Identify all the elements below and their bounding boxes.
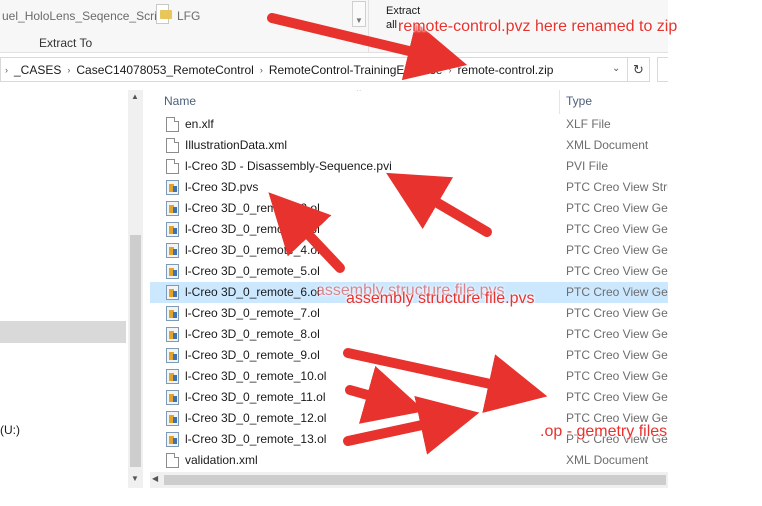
annotation-ol-note: .op - gemetry files xyxy=(540,423,668,440)
ptc-creo-icon xyxy=(166,243,179,258)
file-type: PTC Creo View Geo xyxy=(566,390,668,404)
file-row[interactable]: l-Creo 3D_0_remote_9.ol PTC Creo View Geo xyxy=(150,345,668,366)
file-name: l-Creo 3D_0_remote_12.ol xyxy=(185,411,327,425)
file-name: l-Creo 3D_0_remote_7.ol xyxy=(185,306,320,320)
breadcrumb-item[interactable]: remote-control.zip xyxy=(451,63,559,77)
file-name: l-Creo 3D_0_remote_6.ol xyxy=(185,285,320,299)
file-type: PTC Creo View Geo xyxy=(566,306,668,320)
document-icon xyxy=(166,138,179,153)
file-name: IllustrationData.xml xyxy=(185,138,288,152)
file-row[interactable]: l-Creo 3D - Disassembly-Sequence.pvi PVI … xyxy=(150,156,668,177)
file-name: l-Creo 3D_0_remote_2.ol xyxy=(185,201,320,215)
file-name: validation.xml xyxy=(185,453,258,467)
file-type: PTC Creo View Geo xyxy=(566,264,668,278)
document-icon xyxy=(166,117,179,132)
search-input[interactable] xyxy=(657,57,668,82)
file-type: XLF File xyxy=(566,117,611,131)
file-type: XML Document xyxy=(566,453,649,467)
horizontal-scrollbar[interactable]: ◀ xyxy=(150,472,668,488)
folder-icon xyxy=(160,10,172,19)
refresh-icon[interactable]: ↻ xyxy=(628,57,650,82)
column-divider[interactable] xyxy=(559,90,560,114)
file-row[interactable]: en.xlf XLF File xyxy=(150,114,668,135)
file-type: PVI File xyxy=(566,159,609,173)
ptc-creo-icon xyxy=(166,222,179,237)
ribbon-group-label: Extract To xyxy=(39,36,93,50)
ptc-creo-icon xyxy=(166,285,179,300)
scroll-up-icon[interactable]: ▲ xyxy=(131,92,139,101)
sort-caret-icon: ⌃ xyxy=(355,90,363,97)
file-name: en.xlf xyxy=(185,117,214,131)
file-type: PTC Creo View Geo xyxy=(566,201,668,215)
file-type: PTC Creo View Geo xyxy=(566,243,668,257)
chevron-down-icon[interactable]: ⌄ xyxy=(612,63,620,74)
ptc-creo-icon xyxy=(166,432,179,447)
ptc-creo-icon xyxy=(166,264,179,279)
breadcrumb-item[interactable]: CaseC14078053_RemoteControl xyxy=(70,63,259,77)
file-row[interactable]: l-Creo 3D_0_remote_10.ol PTC Creo View Ge… xyxy=(150,366,668,387)
ptc-creo-icon xyxy=(166,348,179,363)
chevron-down-icon: ▼ xyxy=(355,16,363,25)
annotation-zip-note: remote-control.pvz here renamed to zip xyxy=(398,18,678,35)
file-name: l-Creo 3D_0_remote_9.ol xyxy=(185,348,320,362)
file-row[interactable]: l-Creo 3D_0_remote_8.ol PTC Creo View Geo xyxy=(150,324,668,345)
breadcrumb-item[interactable]: _CASES xyxy=(8,63,67,77)
ribbon-divider xyxy=(368,0,369,53)
file-type: PTC Creo View Geo xyxy=(566,369,668,383)
ptc-creo-icon xyxy=(166,369,179,384)
document-icon xyxy=(166,453,179,468)
scroll-thumb[interactable] xyxy=(164,475,666,485)
file-row[interactable]: l-Creo 3D_0_remote_3.ol PTC Creo View Geo xyxy=(150,219,668,240)
ptc-creo-icon xyxy=(166,306,179,321)
file-row[interactable]: l-Creo 3D_0_remote_2.ol PTC Creo View Geo xyxy=(150,198,668,219)
navigation-pane: (U:) xyxy=(0,90,126,490)
file-row[interactable]: IllustrationData.xml XML Document xyxy=(150,135,668,156)
file-type: PTC Creo View Geo xyxy=(566,348,668,362)
breadcrumb[interactable]: › _CASES › CaseC14078053_RemoteControl › Remo… xyxy=(0,57,628,82)
file-name: l-Creo 3D_0_remote_8.ol xyxy=(185,327,320,341)
file-type: XML Document xyxy=(566,138,649,152)
gallery-scroll[interactable]: ▼ xyxy=(352,1,366,27)
nav-scrollbar[interactable]: ▲ ▼ xyxy=(128,90,143,488)
breadcrumb-item[interactable]: RemoteControl-TrainingExercise xyxy=(263,63,449,77)
annotation-pvs-note: assembly structure file.pvs xyxy=(346,290,535,307)
ptc-creo-icon xyxy=(166,327,179,342)
scroll-down-icon[interactable]: ▼ xyxy=(131,474,139,483)
file-type: PTC Creo View Geo xyxy=(566,222,668,236)
ptc-creo-icon xyxy=(166,390,179,405)
nav-drive-label[interactable]: (U:) xyxy=(0,423,20,437)
column-header-name[interactable]: Name xyxy=(164,94,196,114)
file-name: l-Creo 3D_0_remote_13.ol xyxy=(185,432,327,446)
file-name: l-Creo 3D.pvs xyxy=(185,180,259,194)
file-name: l-Creo 3D_0_remote_11.ol xyxy=(185,390,326,404)
file-type: PTC Creo View Geo xyxy=(566,285,668,299)
file-name: l-Creo 3D - Disassembly-Sequence.pvi xyxy=(185,159,392,173)
file-row[interactable]: l-Creo 3D_0_remote_5.ol PTC Creo View Geo xyxy=(150,261,668,282)
column-header-type[interactable]: Type xyxy=(566,94,592,114)
file-type: PTC Creo View Geo xyxy=(566,327,668,341)
file-row[interactable]: l-Creo 3D.pvs PTC Creo View Stru xyxy=(150,177,668,198)
file-row[interactable]: l-Creo 3D_0_remote_4.ol PTC Creo View Geo xyxy=(150,240,668,261)
file-name: l-Creo 3D_0_remote_4.ol xyxy=(185,243,320,257)
scroll-left-icon[interactable]: ◀ xyxy=(152,474,158,483)
ptc-creo-icon xyxy=(166,180,179,195)
ptc-creo-icon xyxy=(166,201,179,216)
file-name: l-Creo 3D_0_remote_5.ol xyxy=(185,264,320,278)
file-name: l-Creo 3D_0_remote_3.ol xyxy=(185,222,320,236)
nav-selected-item[interactable] xyxy=(0,321,126,343)
document-icon xyxy=(166,159,179,174)
file-type: PTC Creo View Stru xyxy=(566,180,668,194)
recent-location-item[interactable]: LFG xyxy=(177,9,200,23)
recent-location-item[interactable]: uel_HoloLens_Seqence_Script xyxy=(2,9,167,23)
file-name: l-Creo 3D_0_remote_10.ol xyxy=(185,369,327,383)
scroll-thumb[interactable] xyxy=(130,235,141,467)
file-row[interactable]: validation.xml XML Document xyxy=(150,450,668,471)
address-bar: › _CASES › CaseC14078053_RemoteControl › Remo… xyxy=(0,57,668,82)
ptc-creo-icon xyxy=(166,411,179,426)
file-row[interactable]: l-Creo 3D_0_remote_11.ol PTC Creo View Ge… xyxy=(150,387,668,408)
